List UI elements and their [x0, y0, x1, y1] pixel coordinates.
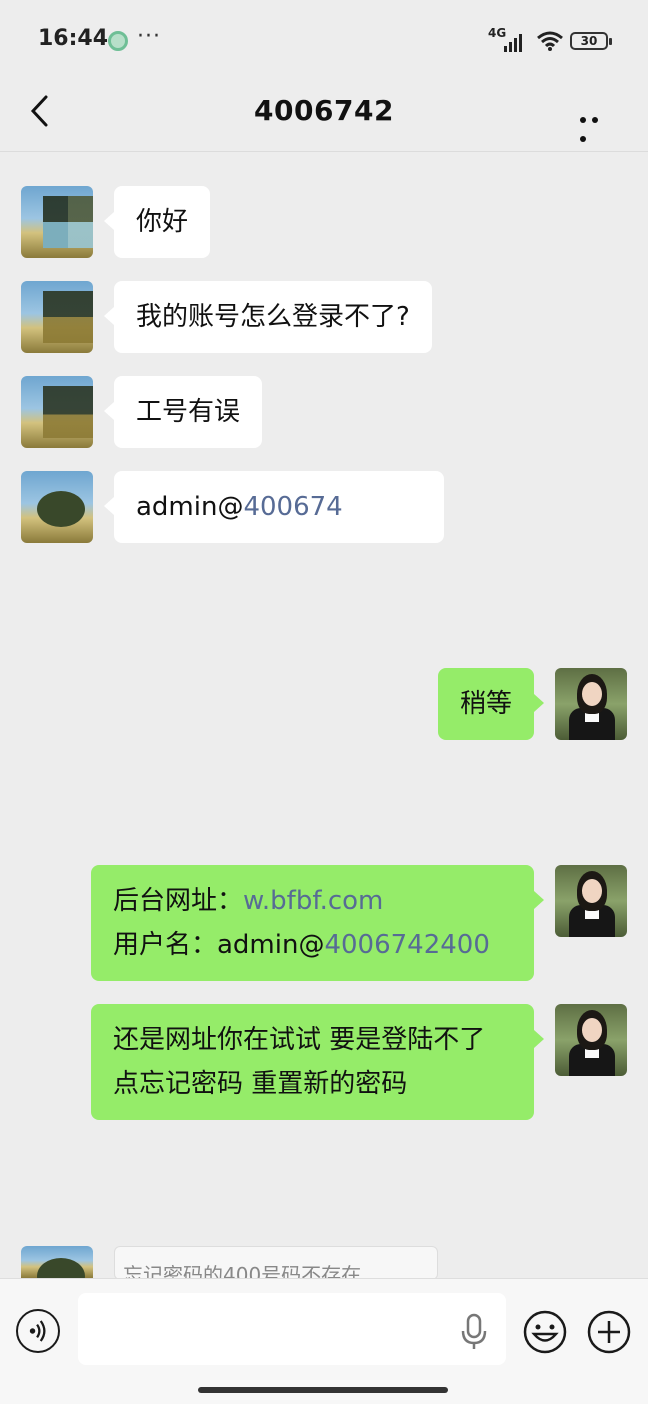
message-text: 你好 — [136, 207, 189, 237]
my-avatar[interactable] — [555, 1004, 627, 1076]
message-bubble-incoming[interactable]: admin@400674 — [104, 471, 444, 543]
input-bar — [0, 1278, 648, 1404]
message-label: 用户名：admin@ — [113, 930, 325, 960]
message-text: 稍等 — [459, 689, 512, 719]
status-time: 16:44 — [38, 26, 109, 51]
my-avatar[interactable] — [555, 668, 627, 740]
battery-icon: 30 — [570, 32, 612, 50]
signal-icon — [504, 34, 522, 52]
message-bubble-outgoing[interactable]: 还是网址你在试试 要是登陆不了 点忘记密码 重置新的密码 — [91, 1004, 544, 1120]
url-link[interactable]: w.bfbf.com — [243, 886, 383, 916]
chat-header: 4006742 — [0, 80, 648, 152]
contact-avatar[interactable] — [21, 376, 93, 448]
message-label: 后台网址： — [113, 886, 244, 916]
more-notifications-icon: ··· — [137, 24, 161, 49]
app-notification-icon — [108, 31, 128, 51]
message-bubble-outgoing[interactable]: 后台网址：w.bfbf.com 用户名：admin@4006742400 — [91, 865, 544, 981]
message-bubble-incoming[interactable]: 工号有误 — [103, 376, 263, 448]
home-indicator[interactable] — [198, 1387, 448, 1393]
message-bubble-outgoing[interactable]: 稍等 — [437, 668, 545, 740]
mic-icon[interactable] — [460, 1313, 488, 1351]
message-bubble-incoming[interactable]: 我的账号怎么登录不了? — [104, 281, 432, 353]
phone-link[interactable]: 4006742400 — [324, 930, 489, 960]
message-text: 工号有误 — [136, 397, 241, 427]
chat-title: 4006742 — [254, 94, 394, 127]
message-text: 我的账号怎么登录不了? — [136, 302, 410, 332]
contact-avatar[interactable] — [21, 186, 93, 258]
message-line: 用户名：admin@4006742400 — [113, 923, 512, 967]
contact-avatar[interactable] — [21, 1246, 93, 1278]
wifi-icon — [537, 31, 563, 51]
message-bubble-incoming[interactable]: 你好 — [103, 186, 211, 258]
message-input[interactable] — [78, 1293, 506, 1365]
quoted-message-preview[interactable]: 忘记密码的400号码不存在 — [114, 1246, 438, 1280]
message-text: 还是网址你在试试 要是登陆不了 点忘记密码 重置新的密码 — [113, 1025, 486, 1099]
more-options-icon[interactable] — [580, 108, 614, 142]
contact-avatar[interactable] — [21, 471, 93, 543]
my-avatar[interactable] — [555, 865, 627, 937]
status-bar: 16:44 ··· 4G 30 — [0, 0, 648, 80]
message-line: 后台网址：w.bfbf.com — [113, 879, 512, 923]
emoji-icon[interactable] — [522, 1309, 568, 1355]
voice-icon[interactable] — [16, 1309, 60, 1353]
message-text-prefix: admin@ — [136, 492, 244, 522]
contact-avatar[interactable] — [21, 281, 93, 353]
phone-link[interactable]: 400674 — [243, 492, 342, 522]
plus-icon[interactable] — [586, 1309, 632, 1355]
